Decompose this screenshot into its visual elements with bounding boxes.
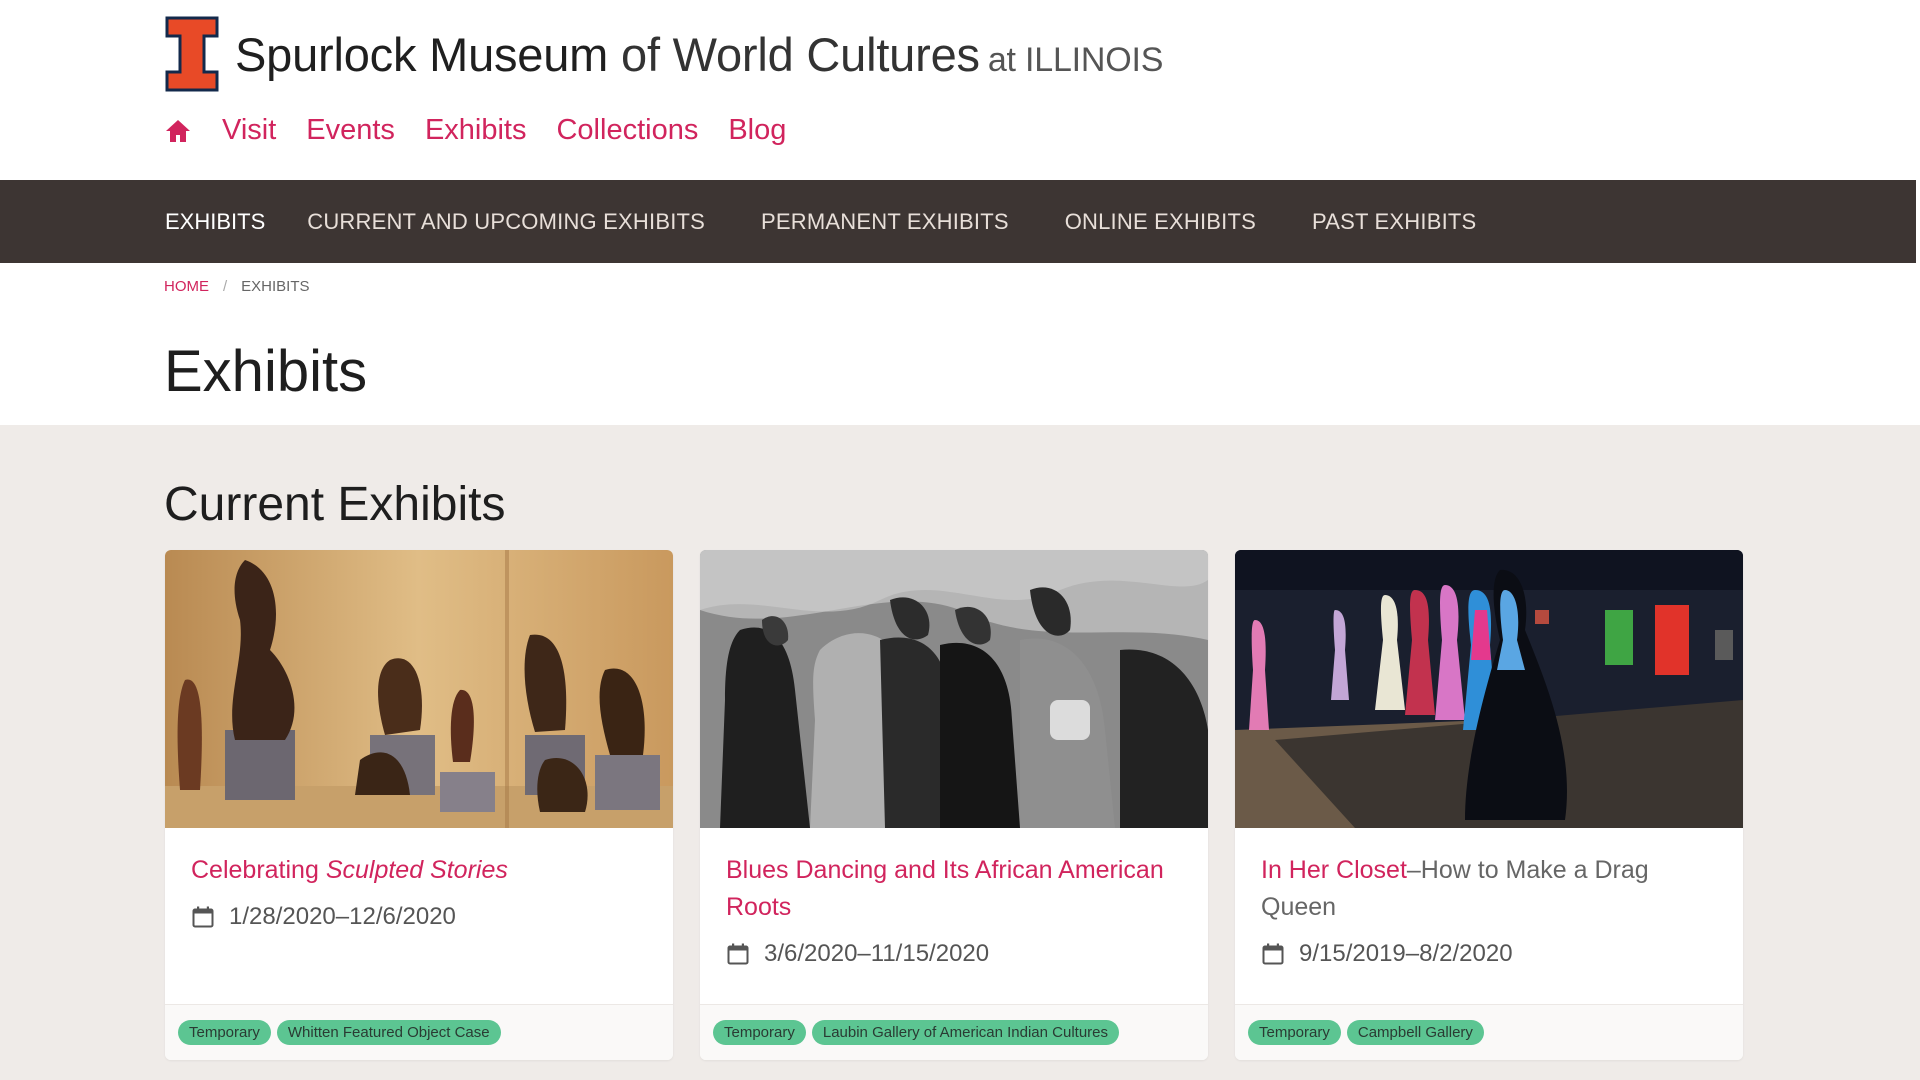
site-header: Spurlock Museum of World Cultures at ILLI… <box>0 0 1920 180</box>
site-title-strong: Spurlock Museum <box>235 27 609 81</box>
main-nav: Visit Events Exhibits Collections Blog <box>164 114 786 147</box>
exhibit-title-plain: Blues Dancing and Its African American R… <box>726 856 1164 921</box>
card-body: Celebrating Sculpted Stories 1/28/2020–1… <box>165 828 673 931</box>
nav-blog[interactable]: Blog <box>728 114 786 147</box>
exhibit-title-plain: In Her Closet <box>1261 856 1407 884</box>
subnav-title[interactable]: EXHIBITS <box>165 209 265 235</box>
exhibit-title-italic: Sculpted Stories <box>325 856 508 884</box>
site-title-light: of World Cultures <box>608 27 980 81</box>
tag-badge[interactable]: Temporary <box>178 1020 271 1045</box>
calendar-icon <box>192 906 214 928</box>
tag-badge[interactable]: Campbell Gallery <box>1346 1020 1484 1045</box>
calendar-icon <box>727 943 749 965</box>
exhibit-title-link[interactable]: Celebrating Sculpted Stories <box>191 852 647 889</box>
card-tags: Temporary Whitten Featured Object Case <box>165 1004 673 1060</box>
subnav-current-upcoming[interactable]: CURRENT AND UPCOMING EXHIBITS <box>307 209 705 235</box>
nav-events[interactable]: Events <box>306 114 395 147</box>
subnav-past[interactable]: PAST EXHIBITS <box>1312 209 1476 235</box>
card-body: In Her Closet–How to Make a Drag Queen 9… <box>1235 828 1743 968</box>
exhibit-title-link[interactable]: In Her Closet–How to Make a Drag Queen <box>1261 852 1717 926</box>
exhibit-card[interactable]: In Her Closet–How to Make a Drag Queen 9… <box>1235 550 1743 1060</box>
tag-badge[interactable]: Laubin Gallery of American Indian Cultur… <box>811 1020 1120 1045</box>
page: Spurlock Museum of World Cultures at ILLI… <box>0 0 1920 1080</box>
breadcrumb-home[interactable]: HOME <box>164 278 209 295</box>
exhibit-date: 3/6/2020–11/15/2020 <box>764 940 990 967</box>
subnav-permanent[interactable]: PERMANENT EXHIBITS <box>761 209 1009 235</box>
calendar-icon <box>1262 943 1284 965</box>
exhibit-image-gallery[interactable] <box>1235 550 1743 828</box>
card-body: Blues Dancing and Its African American R… <box>700 828 1208 968</box>
exhibit-title-plain: Celebrating <box>191 856 326 884</box>
subnav-online[interactable]: ONLINE EXHIBITS <box>1065 209 1256 235</box>
exhibit-title-link[interactable]: Blues Dancing and Its African American R… <box>726 852 1182 926</box>
exhibit-cards: Celebrating Sculpted Stories 1/28/2020–1… <box>165 550 1743 1060</box>
nav-exhibits[interactable]: Exhibits <box>425 114 527 147</box>
exhibit-card[interactable]: Blues Dancing and Its African American R… <box>700 550 1208 1060</box>
nav-visit[interactable]: Visit <box>222 114 276 147</box>
card-tags: Temporary Campbell Gallery <box>1235 1004 1743 1060</box>
section-title: Current Exhibits <box>164 478 506 531</box>
exhibit-date: 1/28/2020–12/6/2020 <box>229 903 456 930</box>
tag-badge[interactable]: Whitten Featured Object Case <box>276 1020 501 1045</box>
page-title: Exhibits <box>164 339 368 404</box>
site-logo-link[interactable]: Spurlock Museum of World Cultures at ILLI… <box>165 16 1163 92</box>
block-i-logo <box>165 16 219 92</box>
exhibit-image-dancers[interactable] <box>700 550 1208 828</box>
exhibit-card[interactable]: Celebrating Sculpted Stories 1/28/2020–1… <box>165 550 673 1060</box>
tag-badge[interactable]: Temporary <box>713 1020 806 1045</box>
nav-collections[interactable]: Collections <box>556 114 698 147</box>
site-title-at: at ILLINOIS <box>987 40 1164 79</box>
section-subnav: EXHIBITS CURRENT AND UPCOMING EXHIBITS P… <box>0 180 1916 263</box>
exhibit-date-row: 9/15/2019–8/2/2020 <box>1261 940 1717 968</box>
breadcrumb-separator: / <box>223 278 228 295</box>
home-icon[interactable] <box>164 118 192 144</box>
breadcrumb-current: EXHIBITS <box>241 278 310 295</box>
breadcrumb: HOME / EXHIBITS <box>164 278 310 295</box>
exhibit-image-sculptures[interactable] <box>165 550 673 828</box>
card-tags: Temporary Laubin Gallery of American Ind… <box>700 1004 1208 1060</box>
exhibit-date-row: 1/28/2020–12/6/2020 <box>191 903 647 931</box>
site-title: Spurlock Museum of World Cultures at ILLI… <box>235 27 1163 82</box>
exhibit-date-row: 3/6/2020–11/15/2020 <box>726 940 1182 968</box>
tag-badge[interactable]: Temporary <box>1248 1020 1341 1045</box>
exhibit-date: 9/15/2019–8/2/2020 <box>1299 940 1513 967</box>
